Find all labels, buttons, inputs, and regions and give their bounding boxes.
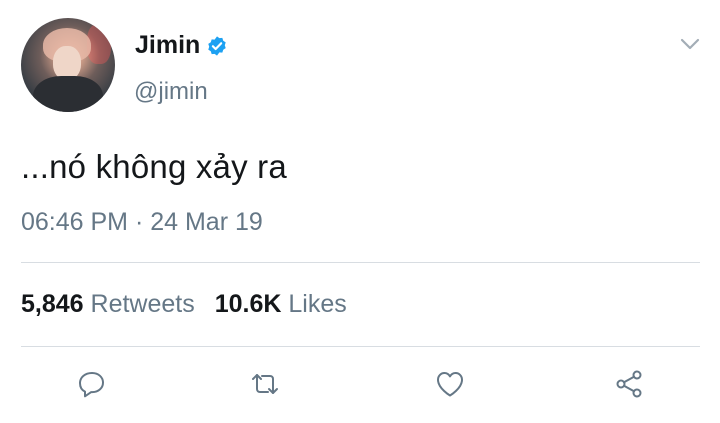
author-handle[interactable]: @jimin: [134, 78, 208, 106]
likes-label: Likes: [288, 290, 347, 318]
tweet-stats: 5,846 Retweets 10.6K Likes: [21, 290, 347, 319]
likes-stat[interactable]: 10.6K Likes: [215, 290, 347, 319]
retweet-icon: [252, 374, 278, 394]
author-display-name[interactable]: Jimin: [135, 31, 200, 60]
reply-button[interactable]: [74, 366, 110, 402]
retweets-count: 5,846: [21, 290, 84, 318]
tweet-text: ...nó không xảy ra: [21, 148, 287, 185]
avatar[interactable]: [21, 18, 115, 112]
likes-count: 10.6K: [214, 290, 282, 318]
divider-bottom: [21, 346, 700, 347]
tweet-timestamp[interactable]: 06:46 PM · 24 Mar 19: [21, 208, 263, 237]
retweets-stat[interactable]: 5,846 Retweets: [21, 290, 195, 319]
verified-badge-icon: [208, 35, 227, 56]
share-icon: [616, 370, 642, 398]
like-button[interactable]: [432, 366, 468, 402]
chevron-down-icon[interactable]: [676, 30, 704, 58]
retweet-button[interactable]: [247, 366, 283, 402]
author-name-row: Jimin: [135, 31, 228, 60]
share-button[interactable]: [611, 366, 647, 402]
heart-icon: [437, 372, 463, 397]
reply-icon: [79, 372, 104, 398]
retweets-label: Retweets: [90, 290, 195, 318]
avatar-face: [53, 46, 81, 80]
tweet-card: Jimin @jimin ...nó không xảy ra 06:46 PM…: [0, 0, 720, 423]
divider-top: [21, 262, 700, 263]
avatar-body: [33, 76, 103, 112]
